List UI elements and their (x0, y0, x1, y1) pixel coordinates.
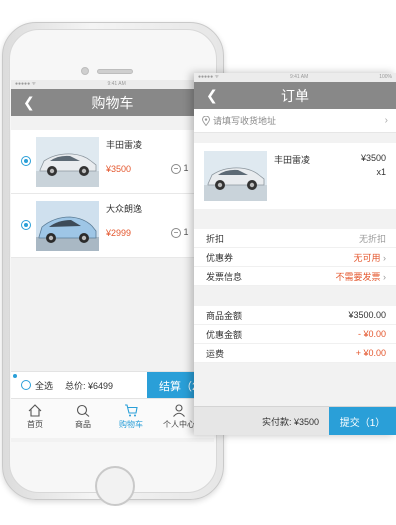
tab-products[interactable]: 商品 (59, 399, 107, 438)
mockup-stage: ●●●●● ᯤ 9:41 AM 100% ❮ 购物车 (0, 0, 396, 525)
address-field[interactable]: 请填写收货地址 › (194, 109, 396, 133)
home-icon (28, 404, 42, 417)
item-price: ¥3500 (106, 164, 132, 174)
quantity-stepper[interactable]: − 1 (171, 227, 189, 238)
row-label: 折扣 (206, 233, 225, 244)
order-screen: ●●●●● ᯤ 9:41 AM 100% ❮ 订单 请填写收货地址 › 丰田雷凌… (194, 73, 396, 435)
camera-icon (81, 67, 89, 75)
item-select-radio[interactable] (21, 156, 31, 166)
select-all-label: 全选 (35, 380, 54, 391)
cart-icon (125, 404, 138, 417)
minus-icon[interactable]: − (171, 164, 181, 174)
order-summary-bar: 实付款: ¥3500 提交（1） (194, 406, 396, 435)
car-image (36, 201, 99, 251)
row-label: 商品金额 (206, 310, 243, 321)
tab-cart[interactable]: 购物车 (107, 399, 155, 438)
cart-total: 总价: ¥6499 (65, 380, 114, 391)
item-name: 丰田雷凌 (274, 155, 311, 165)
invoice-row[interactable]: 发票信息 不需要发票 › (194, 267, 396, 286)
select-all-radio[interactable] (21, 380, 31, 390)
cart-screen: ●●●●● ᯤ 9:41 AM 100% ❮ 购物车 (11, 80, 214, 442)
speaker-grill (97, 69, 133, 74)
address-placeholder: 请填写收货地址 (213, 116, 277, 126)
location-pin-icon (202, 115, 210, 126)
status-time: 9:41 AM (289, 74, 309, 80)
status-bar: ●●●●● ᯤ 9:41 AM 100% (11, 80, 214, 89)
minus-icon[interactable]: − (171, 228, 181, 238)
amount-row: 运费 + ¥0.00 (194, 344, 396, 363)
order-amounts: 商品金额 ¥3500.00 优惠金额 - ¥0.00 运费 + ¥0.00 (194, 306, 396, 363)
status-time: 9:41 AM (107, 81, 126, 87)
battery-level: 100% (379, 74, 392, 80)
item-price: ¥3500 (360, 153, 386, 163)
page-title: 购物车 (91, 94, 134, 111)
carrier-signal: ●●●●● ᯤ (198, 74, 220, 80)
tab-label: 首页 (27, 420, 43, 429)
row-label: 运费 (206, 348, 225, 359)
chevron-right-icon: › (380, 252, 386, 263)
page-title: 订单 (281, 87, 309, 104)
item-price: ¥2999 (106, 228, 132, 238)
row-label: 发票信息 (206, 271, 243, 282)
row-value: + ¥0.00 (355, 348, 386, 358)
amount-row: 优惠金额 - ¥0.00 (194, 325, 396, 344)
cart-item[interactable]: 大众朗逸 ¥2999 − 1 (11, 194, 214, 258)
row-value: 无折扣 (358, 233, 386, 244)
chevron-left-icon[interactable]: ❮ (23, 94, 35, 111)
row-value: 无可用 (353, 252, 381, 263)
status-bar: ●●●●● ᯤ 9:41 AM 100% (194, 73, 396, 82)
tab-home[interactable]: 首页 (11, 399, 59, 438)
coupon-row[interactable]: 优惠券 无可用 › (194, 248, 396, 267)
item-quantity: x1 (376, 167, 386, 177)
cart-list: 丰田雷凌 ¥3500 − 1 大众朗逸 ¥2999 − 1 (11, 130, 214, 258)
chevron-right-icon: › (384, 115, 388, 126)
user-icon (173, 404, 185, 417)
discount-row[interactable]: 折扣 无折扣 (194, 229, 396, 248)
item-name: 大众朗逸 (106, 204, 143, 214)
order-options: 折扣 无折扣 优惠券 无可用 › 发票信息 不需要发票 › (194, 229, 396, 286)
row-value: - ¥0.00 (357, 329, 386, 339)
select-all-toggle[interactable]: 全选 (21, 379, 53, 392)
carrier-signal: ●●●●● ᯤ (15, 81, 37, 87)
search-icon (76, 404, 90, 417)
item-select-radio[interactable] (21, 220, 31, 230)
amount-row: 商品金额 ¥3500.00 (194, 306, 396, 325)
row-label: 优惠券 (206, 252, 234, 263)
chevron-right-icon: › (380, 271, 386, 282)
row-label: 优惠金额 (206, 329, 243, 340)
car-image (204, 151, 267, 201)
cart-item[interactable]: 丰田雷凌 ¥3500 − 1 (11, 130, 214, 194)
cart-summary-bar: 全选 总价: ¥6499 结算（2 (11, 371, 214, 399)
order-header: ❮ 订单 (194, 82, 396, 109)
tab-bar: 首页 商品 购物车 个人中心 (11, 398, 214, 438)
row-value: ¥3500.00 (348, 310, 386, 320)
tab-label: 商品 (75, 420, 91, 429)
item-quantity: 1 (183, 163, 189, 173)
item-quantity: 1 (183, 227, 189, 237)
row-value: 不需要发票 (335, 271, 381, 282)
tab-label: 购物车 (119, 420, 143, 429)
item-name: 丰田雷凌 (106, 140, 143, 150)
cart-header: ❮ 购物车 (11, 89, 214, 116)
quantity-stepper[interactable]: − 1 (171, 163, 189, 174)
chevron-left-icon[interactable]: ❮ (206, 87, 218, 104)
submit-button[interactable]: 提交（1） (329, 407, 396, 435)
car-image (36, 137, 99, 187)
home-button[interactable] (95, 466, 135, 506)
tab-label: 个人中心 (163, 420, 195, 429)
pay-amount: 实付款: ¥3500 (261, 416, 319, 427)
order-item: 丰田雷凌 ¥3500 x1 (194, 143, 396, 209)
